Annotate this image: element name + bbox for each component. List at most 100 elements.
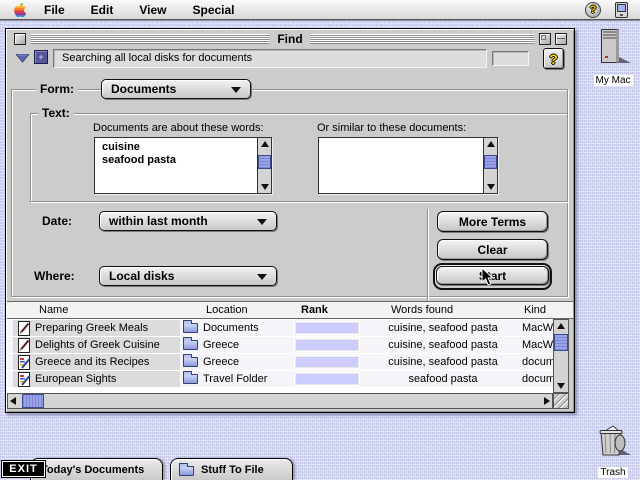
scroll-down-icon[interactable] [557, 383, 565, 389]
results-header: Name Location Rank Words found Kind [7, 301, 573, 319]
word-item[interactable]: seafood pasta [102, 154, 271, 167]
rank-bar [295, 322, 359, 334]
results-vertical-scrollbar[interactable] [553, 319, 569, 393]
word-item[interactable]: cuisine [102, 141, 271, 154]
help-question-icon: ? [549, 51, 558, 67]
my-mac-label: My Mac [594, 75, 633, 86]
zoom-box[interactable] [539, 33, 551, 45]
rank-bar [295, 339, 359, 351]
date-popup-value: within last month [109, 214, 208, 228]
scrollbar-thumb[interactable] [22, 394, 44, 408]
disclosure-triangle-icon[interactable] [16, 54, 30, 63]
my-mac-icon-group[interactable]: My Mac [586, 29, 640, 88]
help-menu[interactable]: ? [582, 1, 604, 19]
popup-arrow-icon [257, 274, 267, 280]
apple-logo-icon [12, 2, 27, 18]
scroll-right-icon[interactable] [544, 397, 550, 405]
collapse-box[interactable] [555, 33, 567, 45]
column-header-words-found[interactable]: Words found [391, 304, 453, 316]
column-header-location[interactable]: Location [206, 304, 248, 316]
apple-menu[interactable] [8, 1, 30, 19]
mouse-cursor [481, 268, 497, 286]
application-menu[interactable] [610, 1, 632, 19]
help-icon: ? [590, 4, 597, 16]
where-popup-value: Local disks [109, 269, 174, 283]
similar-documents-list[interactable] [318, 137, 498, 194]
rank-bar [295, 373, 359, 385]
result-name: Delights of Greek Cuisine [35, 339, 160, 351]
form-label: Form: [36, 82, 78, 96]
column-header-name[interactable]: Name [39, 304, 68, 316]
column-header-rank[interactable]: Rank [301, 304, 328, 316]
result-name: Preparing Greek Meals [35, 322, 148, 334]
result-location: Travel Folder [203, 373, 267, 385]
popup-arrow-icon [231, 87, 241, 93]
trash-label: Trash [598, 467, 627, 478]
result-location: Greece [203, 356, 239, 368]
table-row[interactable]: Greece and its Recipes Greece cuisine, s… [7, 354, 553, 371]
table-row[interactable]: Delights of Greek Cuisine Greece cuisine… [7, 337, 553, 354]
menu-view[interactable]: View [139, 3, 166, 17]
results-horizontal-scrollbar[interactable] [7, 393, 553, 409]
scroll-down-icon[interactable] [487, 184, 495, 190]
form-popup-value: Documents [111, 82, 176, 96]
document-marks-pen-icon [18, 372, 31, 387]
tab-label: Today's Documents [41, 464, 144, 476]
similar-list-scrollbar[interactable] [483, 138, 497, 193]
computer-tower-icon [593, 29, 633, 65]
result-location: Documents [203, 322, 259, 334]
table-row[interactable]: European Sights Travel Folder seafood pa… [7, 371, 553, 388]
words-list[interactable]: cuisine seafood pasta [94, 137, 272, 194]
tab-stuff-to-file[interactable]: Stuff To File [170, 458, 293, 480]
status-field: Searching all local disks for documents [53, 49, 487, 68]
scroll-left-icon[interactable] [10, 397, 16, 405]
date-label: Date: [38, 214, 76, 228]
folder-icon [183, 357, 198, 367]
resize-grip[interactable] [553, 393, 569, 409]
window-title: Find [269, 32, 310, 47]
result-words-found: cuisine, seafood pasta [369, 339, 517, 351]
document-pen-icon [18, 321, 31, 336]
document-pen-icon [18, 338, 31, 353]
close-box[interactable] [14, 33, 26, 45]
result-kind: docum [522, 356, 553, 368]
table-row[interactable]: Preparing Greek Meals Documents cuisine,… [7, 320, 553, 337]
words-list-scrollbar[interactable] [257, 138, 271, 193]
progress-indicator [492, 51, 529, 66]
rank-bar [295, 356, 359, 368]
column-header-kind[interactable]: Kind [524, 304, 546, 316]
index-button[interactable]: + [34, 50, 48, 64]
tab-label: Stuff To File [201, 464, 264, 476]
folder-icon [179, 466, 194, 476]
desktop: File Edit View Special ? Find [0, 0, 640, 480]
find-window: Find + Searching all local disks for doc… [5, 28, 575, 413]
date-popup[interactable]: within last month [99, 211, 277, 231]
results-list: Preparing Greek Meals Documents cuisine,… [7, 319, 553, 393]
menu-special[interactable]: Special [192, 3, 234, 17]
scroll-up-icon[interactable] [487, 141, 495, 147]
result-kind: MacW [522, 322, 553, 334]
result-kind: docum [522, 373, 553, 385]
where-popup[interactable]: Local disks [99, 266, 277, 286]
help-button[interactable]: ? [543, 48, 564, 69]
form-popup[interactable]: Documents [101, 79, 251, 99]
scrollbar-thumb[interactable] [258, 155, 271, 169]
tab-todays-documents[interactable]: Today's Documents [30, 458, 163, 480]
scroll-down-icon[interactable] [261, 184, 269, 190]
scrollbar-thumb[interactable] [554, 334, 568, 351]
where-label: Where: [30, 269, 79, 283]
scroll-up-icon[interactable] [557, 323, 565, 329]
scrollbar-thumb[interactable] [484, 155, 497, 169]
text-group-label: Text: [38, 106, 74, 120]
folder-icon [183, 323, 198, 333]
scroll-up-icon[interactable] [261, 141, 269, 147]
exit-button[interactable]: EXIT [2, 461, 45, 477]
menu-file[interactable]: File [44, 3, 65, 17]
window-title-bar[interactable]: Find [7, 30, 573, 48]
more-terms-button[interactable]: More Terms [437, 211, 548, 232]
clear-button[interactable]: Clear [437, 239, 548, 260]
menu-bar: File Edit View Special ? [0, 0, 640, 20]
menu-edit[interactable]: Edit [91, 3, 114, 17]
trash-icon-group[interactable]: Trash [588, 423, 638, 480]
result-words-found: cuisine, seafood pasta [369, 356, 517, 368]
